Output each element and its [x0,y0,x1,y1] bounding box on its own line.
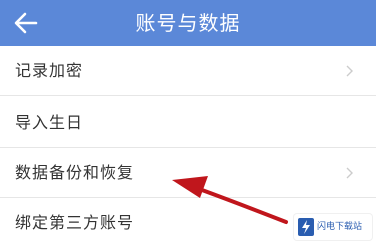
menu-item-record-encryption[interactable]: 记录加密 [0,46,376,96]
menu-item-label: 数据备份和恢复 [15,163,135,182]
chevron-right-icon [346,167,353,179]
page-title: 账号与数据 [135,11,241,35]
menu-item-label: 导入生日 [15,113,84,132]
menu-item-data-backup-restore[interactable]: 数据备份和恢复 [0,148,376,198]
menu-item-label: 绑定第三方账号 [15,213,135,232]
chevron-right-icon [346,65,353,77]
watermark-text: 闪电下载站 [317,222,363,232]
app-header: 账号与数据 [0,0,376,46]
watermark: 闪电下载站 [294,214,372,240]
menu-item-import-birthday[interactable]: 导入生日 [0,98,376,148]
lightning-logo-icon [298,218,314,236]
menu-item-label: 记录加密 [15,61,84,80]
